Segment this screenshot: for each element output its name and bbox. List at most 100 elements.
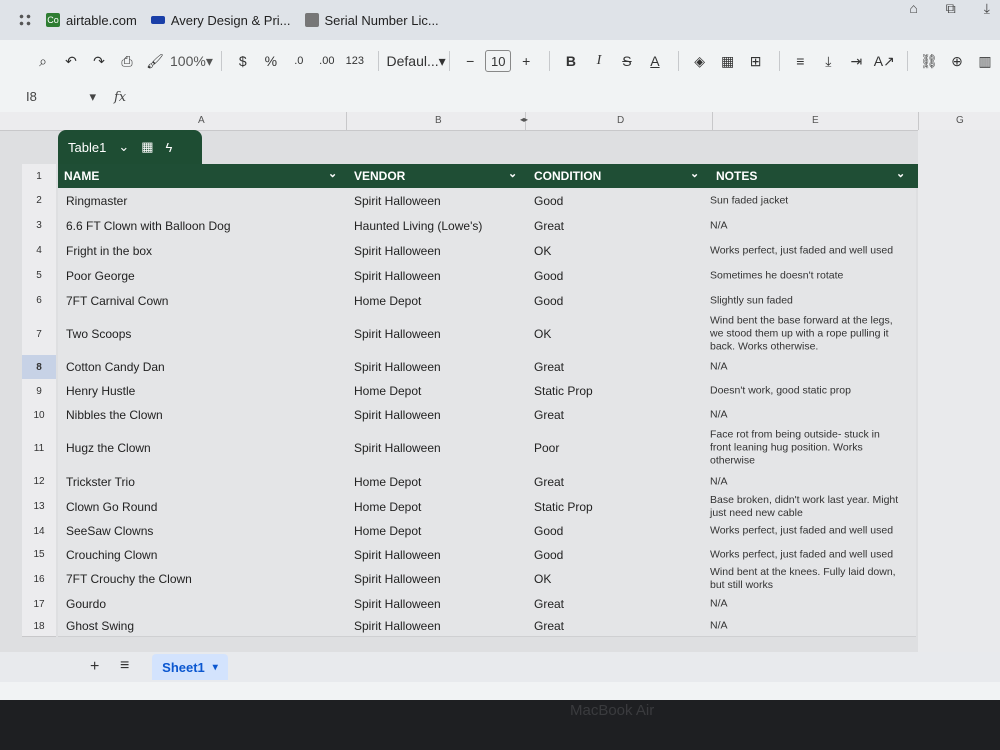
bookmark-avery[interactable]: Avery Design & Pri...	[150, 13, 291, 28]
row-header[interactable]: 10	[22, 403, 56, 428]
row-header[interactable]: 5	[22, 263, 56, 289]
cell-vendor[interactable]: Spirit Halloween	[354, 269, 441, 283]
merge-cells-icon[interactable]: ⊞	[743, 48, 769, 74]
row-header[interactable]: 4	[22, 238, 56, 264]
font-select[interactable]: Defaul... ▾	[387, 48, 446, 74]
row-header[interactable]: 13	[22, 494, 56, 520]
cell-vendor[interactable]: Spirit Halloween	[354, 572, 441, 586]
cell-condition[interactable]: Poor	[534, 441, 559, 455]
table-row[interactable]: 7FT Carnival Cown Home Depot Good Slightly …	[58, 288, 916, 314]
cell-notes[interactable]: N/A	[710, 475, 902, 488]
cell-condition[interactable]: Great	[534, 619, 564, 633]
insert-link-icon[interactable]: ⛓	[916, 48, 942, 74]
table-row[interactable]: Hugz the Clown Spirit Halloween Poor Face r…	[58, 427, 916, 470]
chevron-down-icon[interactable]: ⌄	[690, 167, 699, 180]
search-menus-icon[interactable]: ⌕	[30, 48, 56, 74]
cell-name[interactable]: SeeSaw Clowns	[66, 524, 153, 538]
pin-icon[interactable]: ⌂	[909, 0, 917, 17]
cell-notes[interactable]: N/A	[710, 409, 902, 422]
fill-color-icon[interactable]: ◈	[687, 48, 713, 74]
cell-name[interactable]: Trickster Trio	[66, 475, 135, 489]
table-row[interactable]: SeeSaw Clowns Home Depot Good Works perfect…	[58, 519, 916, 544]
decrease-decimal-button[interactable]: .0	[286, 48, 312, 74]
cell-condition[interactable]: Good	[534, 194, 563, 208]
cell-vendor[interactable]: Spirit Halloween	[354, 327, 441, 341]
table-row[interactable]: Two Scoops Spirit Halloween OK Wind bent th…	[58, 313, 916, 356]
text-wrap-icon[interactable]: ⇥	[843, 48, 869, 74]
cell-name[interactable]: 7FT Crouchy the Clown	[66, 572, 192, 586]
row-header[interactable]: 18	[22, 616, 56, 637]
cell-vendor[interactable]: Home Depot	[354, 294, 421, 308]
cell-condition[interactable]: Great	[534, 219, 564, 233]
cell-condition[interactable]: OK	[534, 244, 551, 258]
column-header-a[interactable]: A	[198, 115, 205, 126]
zoom-select[interactable]: 100% ▾	[170, 48, 213, 74]
table-row[interactable]: Poor George Spirit Halloween Good Sometimes…	[58, 263, 916, 289]
table-row[interactable]: Ghost Swing Spirit Halloween Great N/A	[58, 616, 916, 637]
cell-vendor[interactable]: Spirit Halloween	[354, 408, 441, 422]
cell-name[interactable]: Ringmaster	[66, 194, 127, 208]
table-row[interactable]: Nibbles the Clown Spirit Halloween Great N/…	[58, 403, 916, 428]
name-box[interactable]: I8 ▾	[26, 89, 96, 105]
table-view-icon[interactable]: ▦	[141, 139, 153, 155]
borders-icon[interactable]: ▦	[715, 48, 741, 74]
table-row[interactable]: Trickster Trio Home Depot Great N/A	[58, 469, 916, 495]
column-collapse-icon[interactable]: ◂▸	[520, 115, 528, 124]
cell-vendor[interactable]: Spirit Halloween	[354, 194, 441, 208]
chevron-down-icon[interactable]: ⌄	[508, 167, 517, 180]
cell-name[interactable]: Clown Go Round	[66, 500, 157, 514]
cell-name[interactable]: Two Scoops	[66, 327, 131, 341]
cell-name[interactable]: Henry Hustle	[66, 384, 135, 398]
column-header-e[interactable]: E	[812, 115, 819, 126]
undo-icon[interactable]: ↶	[58, 48, 84, 74]
cell-notes[interactable]: Wind bent at the knees. Fully laid down,…	[710, 566, 902, 592]
cell-condition[interactable]: OK	[534, 327, 551, 341]
chevron-down-icon[interactable]: ▾	[213, 662, 218, 673]
cell-notes[interactable]: Face rot from being outside- stuck in fr…	[710, 429, 902, 468]
row-header[interactable]: 3	[22, 213, 56, 239]
redo-icon[interactable]: ↷	[86, 48, 112, 74]
cell-vendor[interactable]: Home Depot	[354, 384, 421, 398]
cell-condition[interactable]: Good	[534, 294, 563, 308]
cell-vendor[interactable]: Spirit Halloween	[354, 548, 441, 562]
header-condition[interactable]: CONDITION	[534, 169, 601, 183]
cell-vendor[interactable]: Home Depot	[354, 500, 421, 514]
row-header[interactable]: 11	[22, 427, 56, 470]
header-notes[interactable]: NOTES	[716, 169, 757, 183]
cell-condition[interactable]: Good	[534, 524, 563, 538]
cell-condition[interactable]: Good	[534, 269, 563, 283]
percent-button[interactable]: %	[258, 48, 284, 74]
bold-button[interactable]: B	[558, 48, 584, 74]
add-sheet-icon[interactable]: +	[90, 658, 99, 676]
cell-name[interactable]: Ghost Swing	[66, 619, 134, 633]
vertical-align-icon[interactable]: ⤓	[815, 48, 841, 74]
table-row[interactable]: Crouching Clown Spirit Halloween Good Works…	[58, 543, 916, 567]
column-header-g[interactable]: G	[956, 115, 964, 126]
cell-notes[interactable]: Doesn't work, good static prop	[710, 385, 902, 398]
cell-notes[interactable]: Slightly sun faded	[710, 294, 902, 307]
cell-vendor[interactable]: Home Depot	[354, 524, 421, 538]
extensions-icon[interactable]: ⧉	[946, 0, 956, 17]
download-icon[interactable]: ⤓	[984, 0, 990, 17]
cell-condition[interactable]: Great	[534, 597, 564, 611]
sheet-grid[interactable]: A B ◂▸ D E G Table1 ⌄ ▦ ϟ NAME ⌄ VENDOR …	[0, 112, 1000, 652]
header-vendor[interactable]: VENDOR	[354, 169, 405, 183]
number-format-button[interactable]: 123	[342, 48, 368, 74]
cell-name[interactable]: 7FT Carnival Cown	[66, 294, 168, 308]
cell-name[interactable]: Hugz the Clown	[66, 441, 151, 455]
column-header-d[interactable]: D	[617, 115, 624, 126]
cell-condition[interactable]: Good	[534, 548, 563, 562]
insert-comment-icon[interactable]: ⊕	[944, 48, 970, 74]
cell-name[interactable]: Gourdo	[66, 597, 106, 611]
apps-grid-icon[interactable]	[18, 13, 32, 27]
header-name[interactable]: NAME	[64, 169, 99, 183]
chevron-down-icon[interactable]: ⌄	[118, 139, 129, 155]
cell-condition[interactable]: OK	[534, 572, 551, 586]
cell-name[interactable]: Poor George	[66, 269, 135, 283]
cell-notes[interactable]: Works perfect, just faded and well used	[710, 244, 902, 257]
font-size-input[interactable]: 10	[485, 50, 512, 72]
increase-decimal-button[interactable]: .00	[314, 48, 340, 74]
cell-condition[interactable]: Great	[534, 475, 564, 489]
table-row[interactable]: Cotton Candy Dan Spirit Halloween Great N/A	[58, 355, 916, 380]
cell-notes[interactable]: Works perfect, just faded and well used	[710, 548, 902, 561]
